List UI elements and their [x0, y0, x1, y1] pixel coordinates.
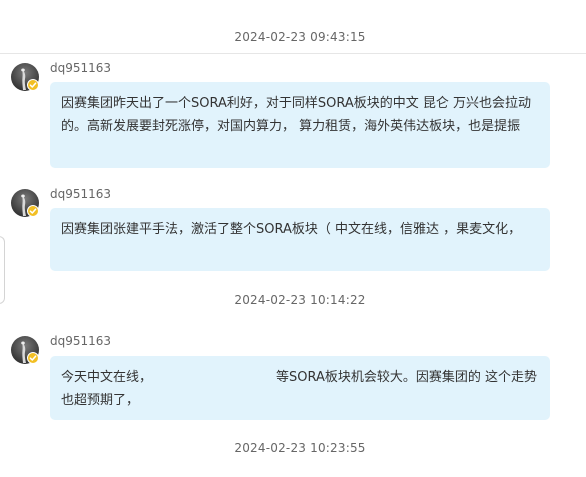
verified-badge-icon	[27, 79, 39, 91]
message-bubble: 因赛集团昨天出了一个SORA利好，对于同样SORA板块的中文 昆仑 万兴也会拉动…	[50, 82, 550, 168]
username[interactable]: dq951163	[50, 187, 111, 201]
avatar[interactable]	[11, 336, 39, 364]
divider	[0, 53, 586, 54]
timestamp: 2024-02-23 10:14:22	[234, 293, 366, 307]
chat-page: 2024-02-23 09:43:15 dq951163 因赛集团昨天出了一个S…	[0, 0, 586, 477]
username[interactable]: dq951163	[50, 61, 111, 75]
verified-badge-icon	[27, 352, 39, 364]
message-bubble: 今天中文在线， 等SORA板块机会较大。因赛集团的 这个走势也超预期了，	[50, 356, 550, 420]
message-bubble: 因赛集团张建平手法，激活了整个SORA板块（ 中文在线，信雅达 ，果麦文化，	[50, 208, 550, 271]
verified-badge-icon	[27, 205, 39, 217]
avatar[interactable]	[11, 63, 39, 91]
username[interactable]: dq951163	[50, 334, 111, 348]
avatar[interactable]	[11, 189, 39, 217]
timestamp: 2024-02-23 09:43:15	[234, 30, 366, 44]
timestamp: 2024-02-23 10:23:55	[234, 441, 366, 455]
